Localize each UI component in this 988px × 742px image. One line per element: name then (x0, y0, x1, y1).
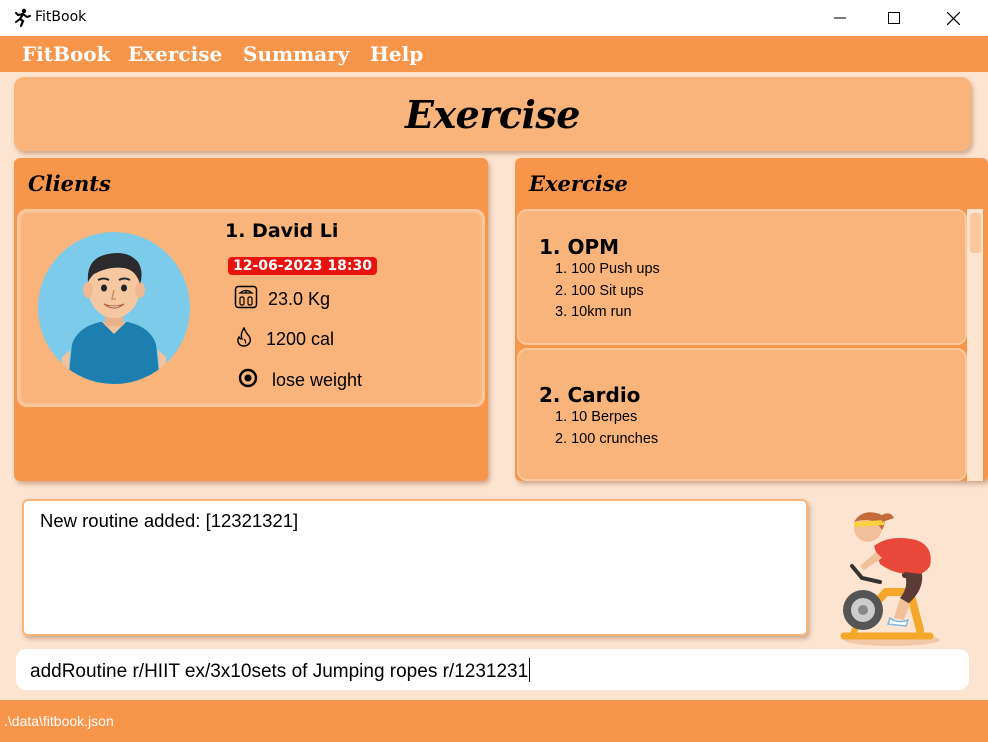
menu-fitbook[interactable]: FitBook (22, 42, 110, 66)
cyclist-illustration (830, 500, 950, 648)
exercise-steps: 1. 100 Push ups 2. 100 Sit ups 3. 10km r… (555, 259, 660, 324)
exercise-panel-title: Exercise (529, 171, 628, 196)
exercise-card[interactable]: 1. OPM 1. 100 Push ups 2. 100 Sit ups 3.… (517, 209, 967, 345)
client-card[interactable]: 1. David Li 12-06-2023 18:30 23.0 Kg 120… (17, 209, 485, 407)
scale-icon (234, 285, 258, 314)
flame-icon (236, 326, 252, 352)
exercise-name: 2. Cardio (539, 383, 641, 407)
command-text: addRoutine r/HIIT ex/3x10sets of Jumping… (30, 658, 531, 683)
main-content: Exercise Clients 1. David Li 12-06-2023 … (0, 72, 988, 700)
exercise-panel: Exercise 1. OPM 1. 100 Push ups 2. 100 S… (515, 158, 988, 481)
maximize-icon (888, 12, 900, 24)
minimize-icon (834, 17, 846, 19)
client-name: 1. David Li (225, 220, 339, 242)
running-person-icon (12, 8, 32, 28)
client-avatar (38, 232, 190, 384)
menu-summary[interactable]: Summary (243, 42, 349, 66)
maximize-button[interactable] (866, 0, 922, 36)
page-title: Exercise (405, 91, 580, 137)
status-file-path: .\data\fitbook.json (4, 713, 114, 729)
result-display[interactable]: New routine added: [12321321] (22, 499, 808, 636)
exercise-step: 1. 10 Berpes (555, 409, 638, 425)
page-header: Exercise (14, 77, 971, 151)
avatar-man-icon (60, 253, 168, 384)
exercise-step: 1. 100 Push ups (555, 261, 660, 277)
title-bar: FitBook (0, 0, 988, 36)
menu-bar: FitBook Exercise Summary Help (0, 36, 988, 72)
exercise-step: 2. 100 crunches (555, 430, 659, 447)
exercise-scrollbar-thumb[interactable] (970, 213, 981, 253)
client-calories-row: 1200 cal (236, 326, 335, 352)
exercise-step: 3. 10km run (555, 304, 632, 320)
minimize-button[interactable] (812, 0, 868, 36)
command-input[interactable]: addRoutine r/HIIT ex/3x10sets of Jumping… (16, 649, 969, 690)
exercise-name: 1. OPM (539, 235, 620, 259)
exercise-steps: 1. 10 Berpes 2. 100 crunches (555, 407, 658, 450)
text-caret (529, 658, 531, 682)
exercise-card[interactable]: 2. Cardio 1. 10 Berpes 2. 100 crunches (517, 348, 967, 481)
client-weight-row: 23.0 Kg (234, 285, 330, 314)
window-title: FitBook (35, 9, 87, 25)
target-icon (238, 368, 258, 393)
close-button[interactable] (925, 0, 981, 36)
result-text: New routine added: [12321321] (40, 510, 299, 531)
status-bar: .\data\fitbook.json (0, 700, 988, 742)
clients-panel-title: Clients (28, 171, 111, 196)
menu-exercise[interactable]: Exercise (128, 42, 222, 66)
client-calories: 1200 cal (266, 329, 335, 349)
menu-help[interactable]: Help (370, 42, 423, 66)
clients-panel: Clients 1. David Li 12-06-2023 18:30 23.… (14, 158, 488, 481)
client-date-badge: 12-06-2023 18:30 (228, 257, 377, 275)
client-weight: 23.0 Kg (268, 289, 331, 309)
client-goal: lose weight (272, 370, 363, 390)
close-icon (946, 11, 960, 25)
exercise-step: 2. 100 Sit ups (555, 282, 644, 299)
client-goal-row: lose weight (238, 368, 362, 393)
